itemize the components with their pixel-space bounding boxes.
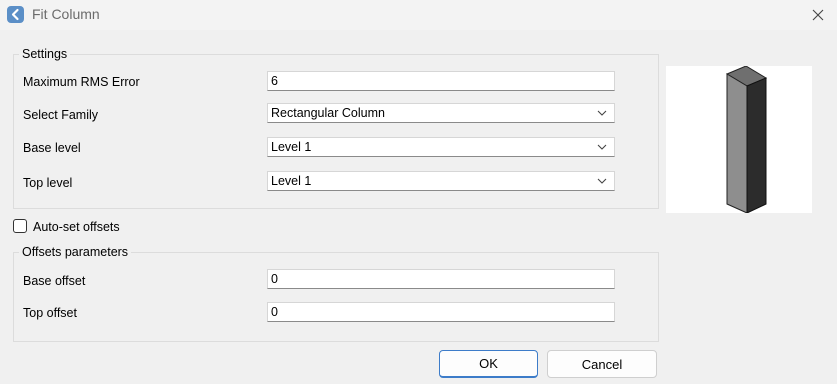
- settings-legend: Settings: [22, 47, 68, 61]
- ok-button[interactable]: OK: [439, 350, 538, 378]
- base-level-label: Base level: [23, 141, 81, 155]
- top-level-select[interactable]: Level 1: [267, 171, 615, 191]
- column-preview: [666, 65, 812, 214]
- chevron-down-icon: [597, 110, 607, 116]
- rms-error-input[interactable]: 6: [267, 71, 615, 91]
- top-offset-label: Top offset: [23, 306, 77, 320]
- rms-error-label: Maximum RMS Error: [23, 75, 140, 89]
- top-offset-value: 0: [271, 305, 278, 319]
- offsets-legend: Offsets parameters: [22, 245, 129, 259]
- cancel-button[interactable]: Cancel: [547, 350, 657, 378]
- base-offset-input[interactable]: 0: [267, 269, 615, 289]
- base-level-select[interactable]: Level 1: [267, 137, 615, 157]
- close-icon[interactable]: [807, 4, 829, 26]
- base-offset-label: Base offset: [23, 274, 86, 288]
- offsets-group: Offsets parameters: [13, 245, 659, 342]
- base-level-value: Level 1: [271, 140, 312, 154]
- top-level-label: Top level: [23, 176, 73, 190]
- title-bar: Fit Column: [0, 0, 837, 30]
- chevron-down-icon: [597, 144, 607, 150]
- top-level-value: Level 1: [271, 174, 312, 188]
- rms-error-value: 6: [271, 74, 278, 88]
- family-select[interactable]: Rectangular Column: [267, 103, 615, 123]
- family-value: Rectangular Column: [271, 106, 385, 120]
- base-offset-value: 0: [271, 272, 278, 286]
- chevron-down-icon: [597, 178, 607, 184]
- family-label: Select Family: [23, 108, 99, 122]
- auto-set-offsets-label: Auto-set offsets: [33, 220, 120, 234]
- window-title: Fit Column: [32, 6, 100, 22]
- back-arrow-icon: [7, 6, 24, 23]
- column-3d-illustration: [725, 65, 768, 214]
- auto-set-offsets-checkbox[interactable]: [13, 219, 27, 233]
- top-offset-input[interactable]: 0: [267, 302, 615, 322]
